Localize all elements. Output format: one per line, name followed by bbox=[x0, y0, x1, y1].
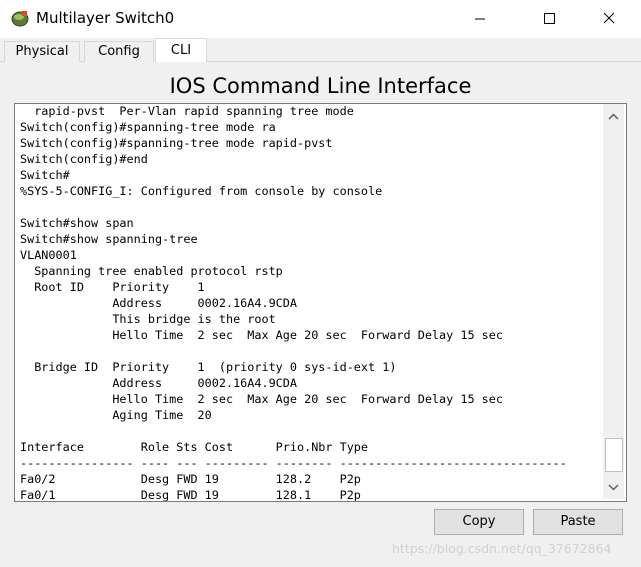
close-button[interactable] bbox=[595, 0, 641, 38]
terminal-line: Address 0002.16A4.9CDA bbox=[20, 376, 297, 390]
paste-button[interactable]: Paste bbox=[533, 509, 623, 535]
terminal-line: Root ID Priority 1 bbox=[20, 280, 205, 294]
terminal-line: This bridge is the root bbox=[20, 312, 276, 326]
router-device-icon bbox=[11, 11, 29, 27]
minimize-icon bbox=[475, 18, 485, 20]
terminal-line: Aging Time 20 bbox=[20, 408, 212, 422]
terminal-line: Switch#show span bbox=[20, 216, 134, 230]
maximize-icon bbox=[544, 13, 555, 24]
terminal-scrollbar[interactable] bbox=[603, 104, 624, 499]
copy-button[interactable]: Copy bbox=[434, 509, 524, 535]
tab-config[interactable]: Config bbox=[84, 41, 154, 62]
terminal-line: Switch(config)#spanning-tree mode rapid-… bbox=[20, 136, 333, 150]
terminal-line: ---------------- ---- --- --------- ----… bbox=[20, 456, 567, 470]
terminal-line: Hello Time 2 sec Max Age 20 sec Forward … bbox=[20, 392, 503, 406]
window-title: Multilayer Switch0 bbox=[36, 9, 175, 27]
title-bar: Multilayer Switch0 bbox=[0, 0, 641, 38]
terminal-line: Switch(config)#end bbox=[20, 152, 148, 166]
terminal-line: Hello Time 2 sec Max Age 20 sec Forward … bbox=[20, 328, 503, 342]
cli-terminal[interactable]: rapid-pvst Per-Vlan rapid spanning tree … bbox=[14, 103, 627, 502]
tab-physical[interactable]: Physical bbox=[4, 41, 80, 62]
page-title: IOS Command Line Interface bbox=[169, 74, 472, 98]
scroll-up-arrow-icon[interactable] bbox=[603, 108, 624, 126]
maximize-button[interactable] bbox=[525, 0, 571, 38]
terminal-line: Bridge ID Priority 1 (priority 0 sys-id-… bbox=[20, 360, 397, 374]
terminal-line: Interface Role Sts Cost Prio.Nbr Type bbox=[20, 440, 369, 454]
terminal-line: %SYS-5-CONFIG_I: Configured from console… bbox=[20, 184, 383, 198]
scroll-down-arrow-icon[interactable] bbox=[603, 478, 624, 496]
scrollbar-thumb[interactable] bbox=[605, 438, 623, 472]
terminal-line: Address 0002.16A4.9CDA bbox=[20, 296, 297, 310]
terminal-line: Switch(config)#spanning-tree mode ra bbox=[20, 120, 276, 134]
terminal-line: Spanning tree enabled protocol rstp bbox=[20, 264, 283, 278]
watermark: https://blog.csdn.net/qq_37672864 bbox=[392, 541, 612, 556]
terminal-line: Fa0/2 Desg FWD 19 128.2 P2p bbox=[20, 472, 361, 486]
minimize-button[interactable] bbox=[457, 0, 503, 38]
terminal-line: VLAN0001 bbox=[20, 248, 77, 262]
terminal-line: rapid-pvst Per-Vlan rapid spanning tree … bbox=[20, 104, 354, 118]
terminal-line: Switch# bbox=[20, 168, 70, 182]
close-icon bbox=[603, 12, 615, 24]
terminal-line: Switch#show spanning-tree bbox=[20, 232, 198, 246]
terminal-output[interactable]: rapid-pvst Per-Vlan rapid spanning tree … bbox=[20, 104, 600, 502]
terminal-line: Fa0/1 Desg FWD 19 128.1 P2p bbox=[20, 488, 361, 502]
tab-cli[interactable]: CLI bbox=[155, 38, 207, 63]
